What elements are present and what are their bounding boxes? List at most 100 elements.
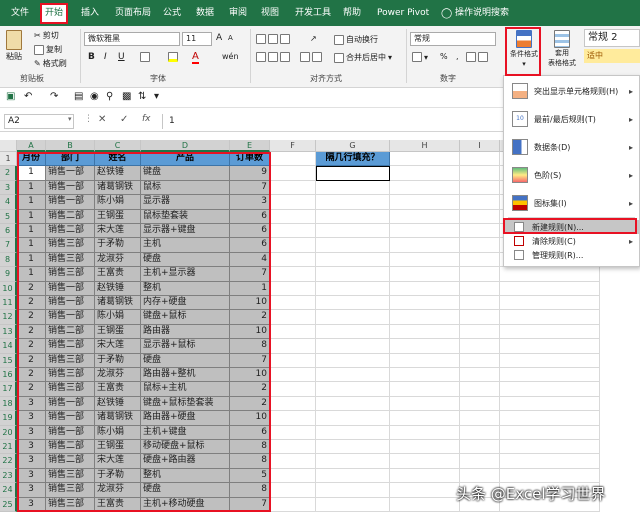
row-header[interactable]: 24 [0,483,17,498]
row-header[interactable]: 16 [0,368,17,383]
borders-button[interactable] [140,52,150,62]
table-cell[interactable]: 2 [17,296,46,311]
table-cell[interactable] [270,382,316,397]
menu-item-data-bars[interactable]: 数据条(D) ▸ [504,134,639,160]
table-cell[interactable]: 1 [17,195,46,210]
table-cell[interactable]: 销售三部 [46,267,95,282]
table-cell[interactable] [500,468,600,484]
table-cell[interactable] [270,238,316,253]
underline-button[interactable]: U [118,52,125,62]
table-cell[interactable]: 诸葛钢铁 [95,411,141,426]
bold-button[interactable]: B [88,52,95,62]
orientation-button[interactable]: ↗ [310,34,317,43]
table-cell[interactable]: 2 [17,281,46,296]
table-cell[interactable]: 6 [230,209,270,224]
table-cell[interactable] [316,267,390,282]
table-cell[interactable]: 6 [230,425,270,440]
row-header[interactable]: 11 [0,296,17,311]
table-cell[interactable]: 10 [230,411,270,426]
row-header[interactable]: 25 [0,497,17,512]
table-cell[interactable]: 2 [230,310,270,325]
row-header[interactable]: 15 [0,353,17,368]
table-cell[interactable] [316,252,390,268]
table-cell[interactable]: 鼠标垫套装 [141,209,230,224]
table-cell[interactable]: 销售一部 [46,396,95,412]
table-cell[interactable] [460,425,500,440]
table-cell[interactable]: 路由器+整机 [141,368,230,383]
column-header-e[interactable]: E [230,140,270,152]
table-cell[interactable]: 销售三部 [46,497,95,512]
cut-button[interactable]: ✂ 剪切 [34,30,59,41]
row-header[interactable]: 18 [0,396,17,412]
table-cell[interactable]: 赵铁锤 [95,281,141,296]
table-cell[interactable] [460,339,500,354]
table-cell[interactable] [316,497,390,512]
table-cell[interactable]: 王钢蛋 [95,324,141,340]
table-cell[interactable]: 7 [230,180,270,196]
table-cell[interactable] [390,152,460,167]
table-cell[interactable] [390,382,460,397]
table-cell[interactable] [270,281,316,296]
table-cell[interactable]: 销售三部 [46,238,95,253]
table-cell[interactable]: 销售三部 [46,468,95,484]
table-cell[interactable] [390,310,460,325]
table-cell[interactable]: 陈小娟 [95,425,141,440]
table-cell[interactable]: 显示器+鼠标 [141,339,230,354]
table-cell[interactable]: 1 [17,267,46,282]
table-cell[interactable] [270,224,316,239]
enter-icon[interactable]: ✓ [120,114,128,125]
table-cell[interactable] [500,454,600,469]
table-cell[interactable] [270,425,316,440]
table-cell[interactable]: 销售一部 [46,310,95,325]
table-cell[interactable] [316,483,390,498]
merge-center-button[interactable]: 合并后居中 ▾ [334,52,392,63]
conditional-format-button[interactable]: 条件格式 ▾ [508,30,540,68]
table-cell[interactable] [460,310,500,325]
table-cell[interactable]: 1 [17,252,46,268]
wrap-text-button[interactable]: 自动换行 [334,34,378,45]
table-cell[interactable] [316,411,390,426]
table-cell[interactable] [316,353,390,368]
table-cell[interactable] [390,281,460,296]
table-cell[interactable] [460,224,500,239]
table-cell[interactable]: 于矛勒 [95,238,141,253]
table-cell[interactable] [316,440,390,455]
table-cell[interactable]: 主机+移动硬盘 [141,497,230,512]
table-cell[interactable] [500,382,600,397]
row-header[interactable]: 2 [0,166,17,181]
table-cell[interactable]: 8 [230,483,270,498]
table-cell[interactable]: 1 [230,281,270,296]
table-cell[interactable] [270,152,316,167]
redo-icon[interactable]: ↷ [50,91,58,102]
table-cell[interactable] [270,483,316,498]
table-cell[interactable]: 3 [17,483,46,498]
table-cell[interactable] [500,310,600,325]
table-cell[interactable]: 10 [230,368,270,383]
table-cell[interactable] [500,281,600,296]
table-cell[interactable] [500,296,600,311]
table-cell[interactable]: 整机 [141,468,230,484]
table-cell[interactable] [460,411,500,426]
table-cell[interactable] [390,224,460,239]
tab-help[interactable]: 帮助 [340,5,364,22]
table-cell[interactable]: 销售一部 [46,166,95,181]
table-cell[interactable] [390,238,460,253]
table-cell[interactable]: 硬盘 [141,483,230,498]
table-cell[interactable] [270,353,316,368]
table-cell[interactable] [316,382,390,397]
table-cell[interactable] [500,396,600,412]
table-cell[interactable]: 王富贵 [95,382,141,397]
column-header-b[interactable]: B [46,140,95,152]
table-cell[interactable]: 8 [230,454,270,469]
table-cell[interactable]: 销售三部 [46,382,95,397]
zoom-icon[interactable]: ⚲ [106,91,113,102]
row-header[interactable]: 17 [0,382,17,397]
table-cell[interactable]: 龙淑芬 [95,483,141,498]
table-cell[interactable]: 7 [230,497,270,512]
table-cell[interactable] [270,195,316,210]
customize-qat-icon[interactable]: ▾ [154,91,159,102]
table-cell[interactable]: 2 [17,310,46,325]
table-cell[interactable]: 3 [17,497,46,512]
table-cell[interactable] [390,324,460,340]
shrink-font-button[interactable]: A [228,34,233,42]
